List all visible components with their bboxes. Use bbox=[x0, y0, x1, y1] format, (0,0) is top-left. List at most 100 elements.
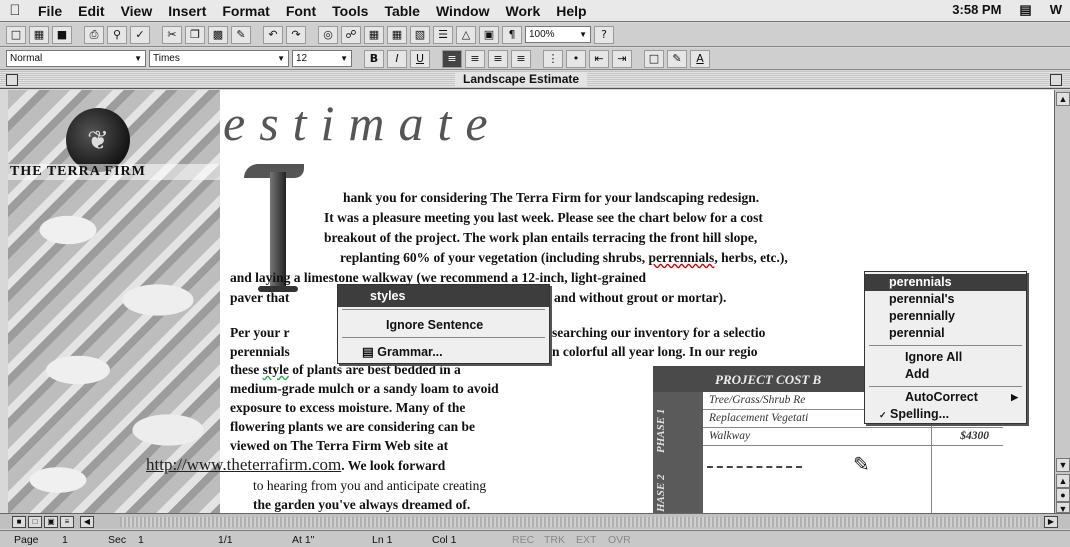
bold-icon[interactable]: B bbox=[364, 49, 384, 68]
autocorrect-item[interactable]: AutoCorrect ▶ bbox=[865, 389, 1026, 406]
menu-insert[interactable]: Insert bbox=[160, 3, 214, 19]
menu-file[interactable]: File bbox=[30, 3, 70, 19]
open-folder-icon[interactable]: ▦ bbox=[29, 25, 49, 44]
zoom-dropdown[interactable]: 100% ▼ bbox=[525, 26, 591, 43]
web-toolbar-icon[interactable]: ◎ bbox=[318, 25, 338, 44]
menu-format[interactable]: Format bbox=[214, 3, 277, 19]
print-preview-icon[interactable]: ⚲ bbox=[107, 25, 127, 44]
close-box-icon[interactable] bbox=[6, 74, 18, 86]
online-layout-icon[interactable]: □ bbox=[28, 516, 42, 528]
hyperlink-icon[interactable]: ☍ bbox=[341, 25, 361, 44]
menu-view[interactable]: View bbox=[113, 3, 161, 19]
table-row[interactable]: Walkway $4300 bbox=[703, 428, 1003, 446]
justify-icon[interactable]: ≡ bbox=[511, 49, 531, 68]
grammar-suggestion-styles[interactable]: styles bbox=[338, 285, 549, 307]
menu-table[interactable]: Table bbox=[376, 3, 428, 19]
menu-help[interactable]: Help bbox=[548, 3, 594, 19]
body-line: flowering plants we are considering can … bbox=[230, 419, 475, 434]
format-painter-icon[interactable]: ✎ bbox=[231, 25, 251, 44]
decrease-indent-icon[interactable]: ⇤ bbox=[589, 49, 609, 68]
grammar-item[interactable]: ▤ Grammar... bbox=[338, 342, 549, 362]
spelling-suggestion[interactable]: perennial bbox=[865, 325, 1026, 342]
underline-icon[interactable]: U bbox=[410, 49, 430, 68]
new-document-icon[interactable]: □ bbox=[6, 25, 26, 44]
save-icon[interactable]: ■ bbox=[52, 25, 72, 44]
font-color-icon[interactable]: A bbox=[690, 49, 710, 68]
next-page-icon[interactable]: ▼ bbox=[1056, 502, 1070, 514]
italic-icon[interactable]: I bbox=[387, 49, 407, 68]
numbering-icon[interactable]: ⋮ bbox=[543, 49, 563, 68]
align-left-icon[interactable]: ≡ bbox=[442, 49, 462, 68]
spelling-context-menu: perennials perennial's perennially peren… bbox=[864, 271, 1027, 424]
rec-indicator[interactable]: REC bbox=[512, 534, 534, 546]
window-title-bar[interactable]: Landscape Estimate bbox=[0, 71, 1070, 89]
menu-font[interactable]: Font bbox=[278, 3, 324, 19]
scroll-up-arrow-icon[interactable]: ▲ bbox=[1056, 92, 1070, 106]
font-dropdown[interactable]: Times ▼ bbox=[149, 50, 289, 67]
menu-tools[interactable]: Tools bbox=[324, 3, 376, 19]
align-center-icon[interactable]: ≡ bbox=[465, 49, 485, 68]
show-formatting-icon[interactable]: ¶ bbox=[502, 25, 522, 44]
menu-edit[interactable]: Edit bbox=[70, 3, 112, 19]
submenu-arrow-icon: ▶ bbox=[1011, 392, 1018, 402]
undo-icon[interactable]: ↶ bbox=[263, 25, 283, 44]
cut-icon[interactable]: ✂ bbox=[162, 25, 182, 44]
increase-indent-icon[interactable]: ⇥ bbox=[612, 49, 632, 68]
copy-icon[interactable]: ❐ bbox=[185, 25, 205, 44]
columns-icon[interactable]: ☰ bbox=[433, 25, 453, 44]
body-line: the garden you've always dreamed of. bbox=[253, 497, 471, 512]
chevron-down-icon: ▼ bbox=[134, 54, 142, 63]
menu-window[interactable]: Window bbox=[428, 3, 498, 19]
tables-borders-icon[interactable]: ▦ bbox=[364, 25, 384, 44]
spelling-suggestion[interactable]: perennially bbox=[865, 308, 1026, 325]
borders-icon[interactable]: □ bbox=[644, 49, 664, 68]
horizontal-scrollbar[interactable]: ■ □ ▣ ≡ ◀ ▶ bbox=[0, 513, 1070, 529]
ignore-sentence-item[interactable]: Ignore Sentence bbox=[338, 315, 549, 335]
menu-work[interactable]: Work bbox=[498, 3, 549, 19]
grammar-flagged-word[interactable]: style bbox=[263, 362, 289, 377]
trk-indicator[interactable]: TRK bbox=[544, 534, 565, 546]
highlight-icon[interactable]: ✎ bbox=[667, 49, 687, 68]
ext-indicator[interactable]: EXT bbox=[576, 534, 596, 546]
body-line: n colorful all year long. In our regio bbox=[552, 344, 758, 359]
website-link[interactable]: http://www.theterrafirm.com bbox=[146, 455, 341, 474]
bullets-icon[interactable]: • bbox=[566, 49, 586, 68]
print-icon[interactable]: ⎙ bbox=[84, 25, 104, 44]
vertical-scrollbar[interactable]: ▲ ▼ ▲ ● ▼ bbox=[1054, 90, 1070, 514]
ovr-indicator[interactable]: OVR bbox=[608, 534, 631, 546]
select-browse-object-icon[interactable]: ● bbox=[1056, 488, 1070, 502]
drawing-icon[interactable]: △ bbox=[456, 25, 476, 44]
document-map-icon[interactable]: ▣ bbox=[479, 25, 499, 44]
pencil-cursor-icon: ✎ bbox=[853, 454, 870, 476]
normal-view-icon[interactable]: ■ bbox=[12, 516, 26, 528]
outline-view-icon[interactable]: ≡ bbox=[60, 516, 74, 528]
insert-table-icon[interactable]: ▦ bbox=[387, 25, 407, 44]
misspelled-word[interactable]: perrennials bbox=[649, 250, 715, 265]
ignore-all-item[interactable]: Ignore All bbox=[865, 349, 1026, 366]
font-size-dropdown[interactable]: 12 ▼ bbox=[292, 50, 352, 67]
status-line: Ln 1 bbox=[372, 534, 393, 546]
scroll-left-arrow-icon[interactable]: ◀ bbox=[80, 516, 94, 528]
spelling-icon[interactable]: ✓ bbox=[130, 25, 150, 44]
application-menu-icon[interactable]: ▤ bbox=[1019, 2, 1031, 18]
standard-toolbar: □ ▦ ■ ⎙ ⚲ ✓ ✂ ❐ ▩ ✎ ↶ ↷ ◎ ☍ ▦ ▦ ▧ ☰ △ ▣ … bbox=[0, 23, 1070, 47]
zoom-box-icon[interactable] bbox=[1050, 74, 1062, 86]
paste-icon[interactable]: ▩ bbox=[208, 25, 228, 44]
page-layout-icon[interactable]: ▣ bbox=[44, 516, 58, 528]
body-line: medium-grade mulch or a sandy loam to av… bbox=[230, 381, 499, 396]
align-right-icon[interactable]: ≡ bbox=[488, 49, 508, 68]
apple-menu-icon[interactable]:  bbox=[0, 2, 30, 19]
help-icon[interactable]: ? bbox=[594, 25, 614, 44]
previous-page-icon[interactable]: ▲ bbox=[1056, 474, 1070, 488]
add-to-dictionary-item[interactable]: Add bbox=[865, 366, 1026, 383]
spelling-suggestion[interactable]: perennial's bbox=[865, 291, 1026, 308]
scroll-down-arrow-icon[interactable]: ▼ bbox=[1056, 458, 1070, 472]
redo-icon[interactable]: ↷ bbox=[286, 25, 306, 44]
scroll-right-arrow-icon[interactable]: ▶ bbox=[1044, 516, 1058, 528]
insert-excel-icon[interactable]: ▧ bbox=[410, 25, 430, 44]
spelling-item[interactable]: ✓ Spelling... bbox=[865, 406, 1026, 423]
word-app-icon[interactable]: W bbox=[1050, 2, 1062, 18]
style-dropdown[interactable]: Normal ▼ bbox=[6, 50, 146, 67]
spelling-suggestion[interactable]: perennials bbox=[865, 274, 1026, 291]
horizontal-scroll-track[interactable] bbox=[120, 517, 1040, 527]
